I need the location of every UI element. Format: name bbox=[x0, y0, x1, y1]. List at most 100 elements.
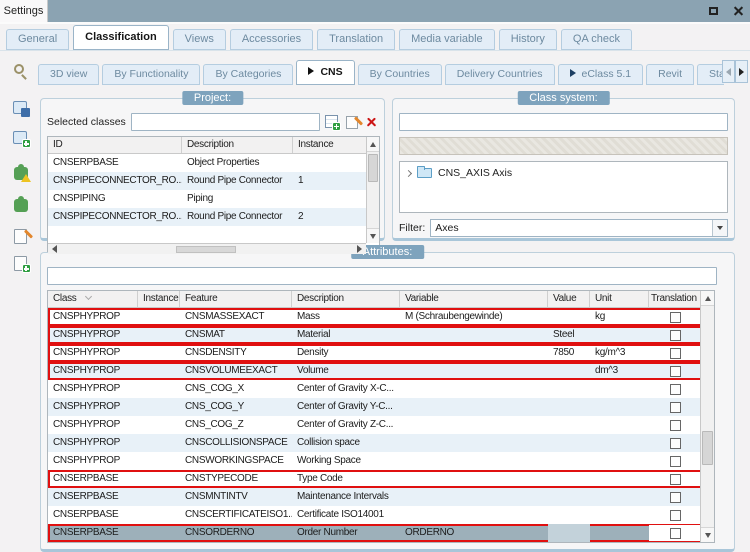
translation-checkbox[interactable] bbox=[670, 492, 681, 503]
table-row[interactable]: CNSPHYPROP CNSMAT Material Steel bbox=[48, 326, 702, 344]
translation-checkbox[interactable] bbox=[670, 366, 681, 377]
translation-checkbox[interactable] bbox=[670, 348, 681, 359]
translation-checkbox[interactable] bbox=[670, 510, 681, 521]
table-row[interactable]: CNSPIPING Piping bbox=[48, 190, 368, 208]
tab-delivery-countries[interactable]: Delivery Countries bbox=[445, 64, 555, 85]
tab-history[interactable]: History bbox=[499, 29, 557, 50]
table-row[interactable]: CNSPHYPROP CNSMASSEXACT Mass M (Schraube… bbox=[48, 308, 702, 326]
scroll-up-button[interactable] bbox=[701, 291, 714, 306]
tab-translation[interactable]: Translation bbox=[317, 29, 395, 50]
tab-scroll-left-button[interactable] bbox=[722, 60, 735, 83]
down-arrow-icon bbox=[370, 234, 376, 239]
column-header-description[interactable]: Description bbox=[182, 137, 293, 153]
add-class-icon[interactable] bbox=[325, 115, 340, 130]
table-row[interactable]: CNSPIPECONNECTOR_RO... Round Pipe Connec… bbox=[48, 172, 368, 190]
column-header-instance[interactable]: Instance bbox=[138, 291, 180, 307]
plugin-warning-icon[interactable] bbox=[13, 164, 30, 181]
tab-by-countries[interactable]: By Countries bbox=[358, 64, 442, 85]
tab-qa-check[interactable]: QA check bbox=[561, 29, 632, 50]
translation-checkbox[interactable] bbox=[670, 420, 681, 431]
tab-media-variable[interactable]: Media variable bbox=[399, 29, 495, 50]
table-row[interactable]: CNSPHYPROP CNSCOLLISIONSPACE Collision s… bbox=[48, 434, 702, 452]
tree-item[interactable]: CNS_AXIS Axis bbox=[406, 167, 721, 179]
table-row[interactable]: CNSPHYPROP CNSDENSITY Density 7850 kg/m^… bbox=[48, 344, 702, 362]
translation-checkbox[interactable] bbox=[670, 456, 681, 467]
scrollbar-thumb[interactable] bbox=[368, 154, 378, 182]
cell-unit: kg/m^3 bbox=[590, 344, 649, 362]
horizontal-scrollbar[interactable] bbox=[48, 243, 366, 254]
table-row[interactable]: CNSPIPECONNECTOR_RO... Round Pipe Connec… bbox=[48, 208, 368, 226]
table-row[interactable]: CNSPHYPROP CNS_COG_Y Center of Gravity Y… bbox=[48, 398, 702, 416]
cell-feature: CNSORDERNO bbox=[180, 524, 292, 542]
tab-views[interactable]: Views bbox=[173, 29, 226, 50]
table-row[interactable]: CNSERPBASE CNSTYPECODE Type Code bbox=[48, 470, 702, 488]
scroll-up-button[interactable] bbox=[367, 137, 379, 152]
tab-classification[interactable]: Classification bbox=[73, 25, 169, 50]
translation-checkbox[interactable] bbox=[670, 330, 681, 341]
search-icon[interactable] bbox=[14, 64, 24, 74]
dropdown-button[interactable] bbox=[712, 220, 727, 236]
table-row[interactable]: CNSPHYPROP CNS_COG_X Center of Gravity X… bbox=[48, 380, 702, 398]
tab-3d-view[interactable]: 3D view bbox=[38, 64, 99, 85]
right-arrow-icon bbox=[357, 245, 362, 253]
cell-instance bbox=[138, 524, 180, 542]
vertical-scrollbar[interactable] bbox=[366, 137, 379, 243]
delete-class-icon[interactable] bbox=[365, 116, 378, 129]
scrollbar-thumb[interactable] bbox=[702, 431, 713, 465]
column-header-value[interactable]: Value bbox=[548, 291, 590, 307]
add-view-icon[interactable] bbox=[13, 130, 30, 147]
column-header-feature[interactable]: Feature bbox=[180, 291, 292, 307]
scroll-down-button[interactable] bbox=[367, 228, 379, 243]
edit-class-icon[interactable] bbox=[345, 115, 360, 130]
scrollbar-thumb[interactable] bbox=[176, 246, 236, 253]
table-row[interactable]: CNSPHYPROP CNSWORKINGSPACE Working Space bbox=[48, 452, 702, 470]
tab-standard[interactable]: Standard bbox=[697, 64, 724, 85]
translation-checkbox[interactable] bbox=[670, 312, 681, 323]
filter-dropdown[interactable]: Axes bbox=[430, 219, 728, 237]
table-row[interactable]: CNSPHYPROP CNSVOLUMEEXACT Volume dm^3 bbox=[48, 362, 702, 380]
column-header-variable[interactable]: Variable bbox=[400, 291, 548, 307]
class-system-search-input[interactable] bbox=[399, 113, 728, 131]
filter-label: Filter: bbox=[399, 222, 425, 234]
tab-general[interactable]: General bbox=[6, 29, 69, 50]
add-list-icon[interactable] bbox=[13, 255, 30, 272]
tab-revit[interactable]: Revit bbox=[646, 64, 694, 85]
column-header-description[interactable]: Description bbox=[292, 291, 400, 307]
translation-checkbox[interactable] bbox=[670, 438, 681, 449]
window-tab[interactable]: Settings bbox=[0, 0, 48, 22]
tab-by-functionality[interactable]: By Functionality bbox=[102, 64, 200, 85]
column-header-class[interactable]: Class bbox=[48, 291, 138, 307]
expand-chevron-icon[interactable] bbox=[405, 169, 412, 176]
tab-accessories[interactable]: Accessories bbox=[230, 29, 313, 50]
tab-eclass-51[interactable]: eClass 5.1 bbox=[558, 64, 644, 85]
translation-checkbox[interactable] bbox=[670, 384, 681, 395]
translation-checkbox[interactable] bbox=[670, 528, 681, 539]
table-row[interactable]: CNSERPBASE CNSMNTINTV Maintenance Interv… bbox=[48, 488, 702, 506]
scroll-right-button[interactable] bbox=[353, 244, 366, 254]
close-icon[interactable] bbox=[733, 6, 744, 17]
scroll-down-button[interactable] bbox=[701, 527, 714, 542]
tab-by-categories[interactable]: By Categories bbox=[203, 64, 293, 85]
tab-scroll-buttons bbox=[722, 60, 748, 83]
maximize-icon[interactable] bbox=[709, 7, 718, 15]
table-row[interactable]: CNSERPBASE Object Properties bbox=[48, 154, 368, 172]
column-header-instance[interactable]: Instance bbox=[293, 137, 368, 153]
vertical-scrollbar[interactable] bbox=[700, 291, 714, 542]
plugin-icon[interactable] bbox=[13, 196, 30, 213]
translation-checkbox[interactable] bbox=[670, 402, 681, 413]
tab-scroll-right-button[interactable] bbox=[735, 60, 748, 83]
table-row-selected[interactable]: CNSERPBASE CNSORDERNO Order Number ORDER… bbox=[48, 524, 702, 542]
selected-classes-input[interactable] bbox=[131, 113, 320, 131]
attributes-search-input[interactable] bbox=[47, 267, 717, 285]
table-row[interactable]: CNSPHYPROP CNS_COG_Z Center of Gravity Z… bbox=[48, 416, 702, 434]
cell-feature: CNS_COG_X bbox=[180, 380, 292, 398]
edit-list-icon[interactable] bbox=[13, 228, 30, 245]
scroll-left-button[interactable] bbox=[48, 244, 61, 254]
translation-checkbox[interactable] bbox=[670, 474, 681, 485]
column-header-id[interactable]: ID bbox=[48, 137, 182, 153]
tab-cns[interactable]: CNS bbox=[296, 60, 354, 85]
column-header-unit[interactable]: Unit bbox=[590, 291, 649, 307]
column-header-translation[interactable]: Translation bbox=[649, 291, 702, 307]
table-row[interactable]: CNSERPBASE CNSCERTIFICATEISO1... Certifi… bbox=[48, 506, 702, 524]
save-settings-icon[interactable] bbox=[13, 100, 30, 117]
